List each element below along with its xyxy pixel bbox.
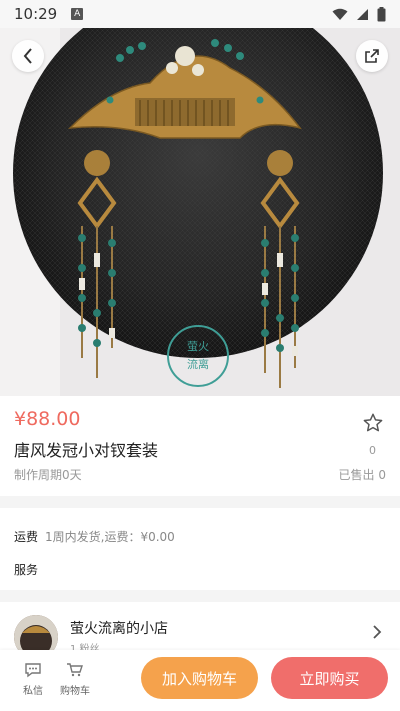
product-photo: 萤火 流离 xyxy=(0,28,400,396)
notification-icon: A xyxy=(71,8,84,20)
cart-icon xyxy=(67,663,83,677)
cart-button[interactable]: 购物车 xyxy=(55,662,95,697)
bottom-action-bar: 私信 购物车 加入购物车 立即购买 xyxy=(0,650,400,711)
production-cycle: 制作周期0天 xyxy=(14,468,82,482)
chevron-left-icon xyxy=(23,48,32,64)
shipping-text: 1周内发货,运费：¥0.00 xyxy=(45,530,175,544)
product-title: 唐风发冠小对钗套装 xyxy=(14,441,159,460)
svg-text:萤火: 萤火 xyxy=(187,340,209,353)
buy-now-button[interactable]: 立即购买 xyxy=(271,657,388,699)
star-icon xyxy=(363,413,383,432)
status-icons xyxy=(332,6,386,22)
add-to-cart-button[interactable]: 加入购物车 xyxy=(141,657,258,699)
back-button[interactable] xyxy=(12,40,44,72)
sold-count: 已售出 0 xyxy=(338,468,386,482)
chevron-right-icon xyxy=(373,625,382,639)
service-label[interactable]: 服务 xyxy=(14,561,38,578)
product-image[interactable]: 萤火 流离 xyxy=(0,28,400,396)
favorite-count: 0 xyxy=(369,444,376,457)
shop-name: 萤火流离的小店 xyxy=(70,621,168,637)
share-button[interactable] xyxy=(356,40,388,72)
product-info: ¥88.00 唐风发冠小对钗套装 制作周期0天 0 已售出 0 xyxy=(0,396,400,496)
message-label: 私信 xyxy=(23,686,43,697)
status-bar: 10:29 A xyxy=(0,0,400,28)
message-button[interactable]: 私信 xyxy=(13,662,53,697)
battery-icon xyxy=(377,6,386,21)
delivery-section: 运费 1周内发货,运费：¥0.00 服务 xyxy=(0,508,400,590)
share-icon xyxy=(365,49,379,63)
chat-icon xyxy=(25,663,41,678)
cart-label: 购物车 xyxy=(60,686,90,697)
status-time: 10:29 xyxy=(14,5,58,23)
shipping-label: 运费 xyxy=(14,530,39,544)
favorite-button[interactable] xyxy=(362,412,384,438)
signal-icon xyxy=(357,8,368,20)
svg-text:流离: 流离 xyxy=(187,357,209,371)
wifi-icon xyxy=(332,8,348,20)
product-price: ¥88.00 xyxy=(14,408,81,430)
